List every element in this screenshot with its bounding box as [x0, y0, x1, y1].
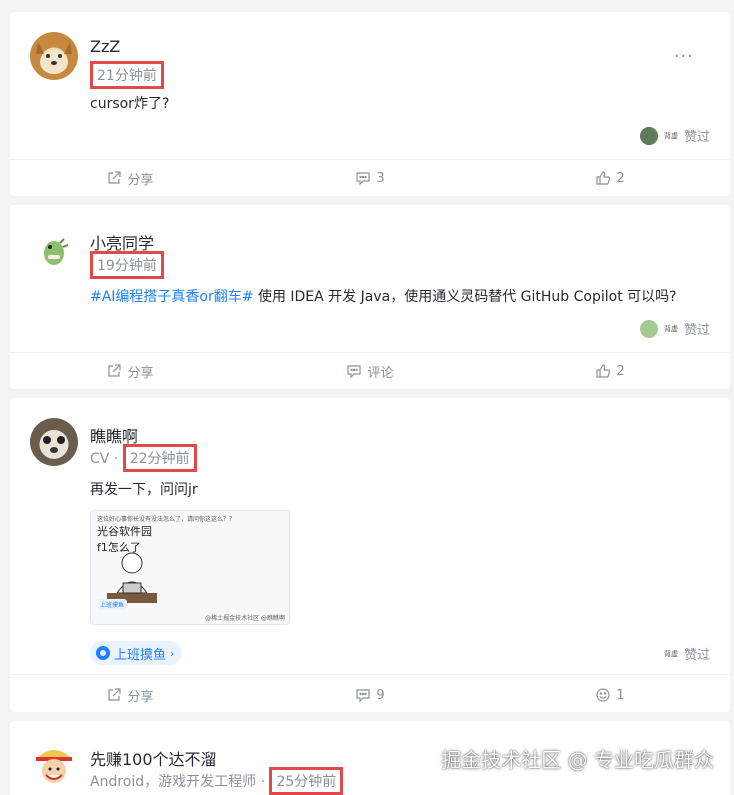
share-label: 分享 — [127, 365, 154, 381]
circle-tag-button[interactable]: 上班摸鱼 › — [90, 641, 183, 665]
liker-avatar — [639, 319, 658, 338]
like-count: 2 — [616, 170, 625, 186]
circle-label: 上班摸鱼 — [114, 647, 167, 663]
thumbs-up-icon — [596, 171, 611, 185]
reaction-count: 1 — [616, 687, 625, 703]
like-button[interactable]: 2 — [490, 158, 730, 198]
thumbs-up-icon — [596, 364, 611, 378]
chevron-right-icon: › — [170, 646, 175, 660]
post-content[interactable]: cursor炸了? — [90, 93, 169, 113]
watermark: 掘金技术社区 @ 专业吃瓜群众 — [441, 748, 714, 772]
post-card: 瞧瞧啊 CV · 22分钟前 再发一下，问问jr 这位好心事你长没有没法怎么了，… — [10, 398, 730, 712]
comment-icon — [356, 172, 370, 186]
liker-avatar — [639, 126, 658, 145]
liked-label: 赞过 — [683, 323, 710, 338]
post-card: ZzZ 21分钟前 ··· cursor炸了? 背虚 赞过 分享 3 2 — [10, 12, 730, 196]
circle-icon — [96, 646, 110, 660]
liked-by[interactable]: 背虚 赞过 — [664, 644, 710, 663]
post-card: 小亮同学 19分钟前 #AI编程搭子真香or翻车# 使用 IDEA 开发 Jav… — [10, 205, 730, 389]
topic-link[interactable]: #AI编程搭子真香or翻车# — [90, 289, 254, 305]
comment-icon — [347, 365, 362, 379]
comment-count: 9 — [376, 687, 385, 703]
avatar[interactable] — [30, 225, 78, 273]
comment-button[interactable]: 9 — [250, 675, 490, 715]
share-icon — [108, 364, 122, 377]
post-meta: 21分钟前 — [90, 61, 164, 89]
post-time: 25分钟前 — [269, 767, 344, 795]
action-bar: 分享 9 1 — [10, 675, 730, 715]
share-button[interactable]: 分享 — [10, 675, 250, 715]
post-text: 使用 IDEA 开发 Java，使用通义灵码替代 GitHub Copilot … — [253, 289, 677, 305]
post-meta: CV · 22分钟前 — [90, 444, 197, 472]
post-content[interactable]: 再发一下，问问jr — [90, 479, 198, 499]
liker-name: 背虚 — [663, 131, 678, 140]
share-label: 分享 — [127, 689, 154, 705]
more-menu-icon[interactable]: ··· — [674, 46, 694, 67]
post-image[interactable]: 这位好心事你长没有没法怎么了，请问你这这么？？ 光谷软件园 f1怎么了 上班摸鱼… — [90, 510, 290, 625]
liked-label: 赞过 — [683, 648, 710, 663]
comment-button[interactable]: 评论 — [250, 351, 490, 391]
share-icon — [108, 688, 122, 701]
liked-by[interactable]: 背虚 赞过 — [639, 126, 710, 145]
post-time: 22分钟前 — [122, 444, 197, 472]
reaction-button[interactable]: 1 — [490, 675, 730, 715]
smile-face-icon — [596, 688, 610, 702]
image-footer: @稀土掘金技术社区 @瞧瞧啊 — [205, 615, 285, 622]
comment-icon — [356, 689, 370, 703]
liker-name: 背虚 — [663, 324, 678, 333]
post-time: 19分钟前 — [90, 251, 164, 279]
share-button[interactable]: 分享 — [10, 158, 250, 198]
post-time: 21分钟前 — [90, 61, 164, 89]
share-icon — [108, 171, 122, 184]
action-bar: 分享 3 2 — [10, 158, 730, 198]
post-content[interactable]: #AI编程搭子真香or翻车# 使用 IDEA 开发 Java，使用通义灵码替代 … — [90, 286, 677, 306]
avatar[interactable] — [30, 741, 78, 789]
liked-label: 赞过 — [683, 130, 710, 145]
liker-name: 背虚 — [663, 649, 678, 658]
avatar[interactable] — [30, 32, 78, 80]
comment-count: 3 — [376, 170, 385, 186]
user-title: Android，游戏开发工程师 · — [90, 774, 266, 790]
like-count: 2 — [616, 363, 625, 379]
like-button[interactable]: 2 — [490, 351, 730, 391]
share-button[interactable]: 分享 — [10, 351, 250, 391]
post-text: cursor炸了? — [90, 96, 170, 112]
comment-label: 评论 — [367, 365, 394, 381]
username[interactable]: ZzZ — [90, 37, 120, 56]
action-bar: 分享 评论 2 — [10, 351, 730, 391]
liked-by[interactable]: 背虚 赞过 — [639, 319, 710, 338]
post-text: 再发一下，问问jr — [90, 482, 198, 498]
share-label: 分享 — [127, 172, 154, 188]
image-line1: 光谷软件园 — [97, 525, 152, 538]
user-title: CV · — [90, 451, 119, 467]
post-meta: Android，游戏开发工程师 · 25分钟前 — [90, 767, 344, 795]
image-tag: 上班摸鱼 — [97, 599, 128, 610]
image-header: 这位好心事你长没有没法怎么了，请问你这这么？？ — [97, 516, 236, 523]
avatar[interactable] — [30, 418, 78, 466]
comment-button[interactable]: 3 — [250, 158, 490, 198]
post-meta: 19分钟前 — [90, 251, 164, 279]
